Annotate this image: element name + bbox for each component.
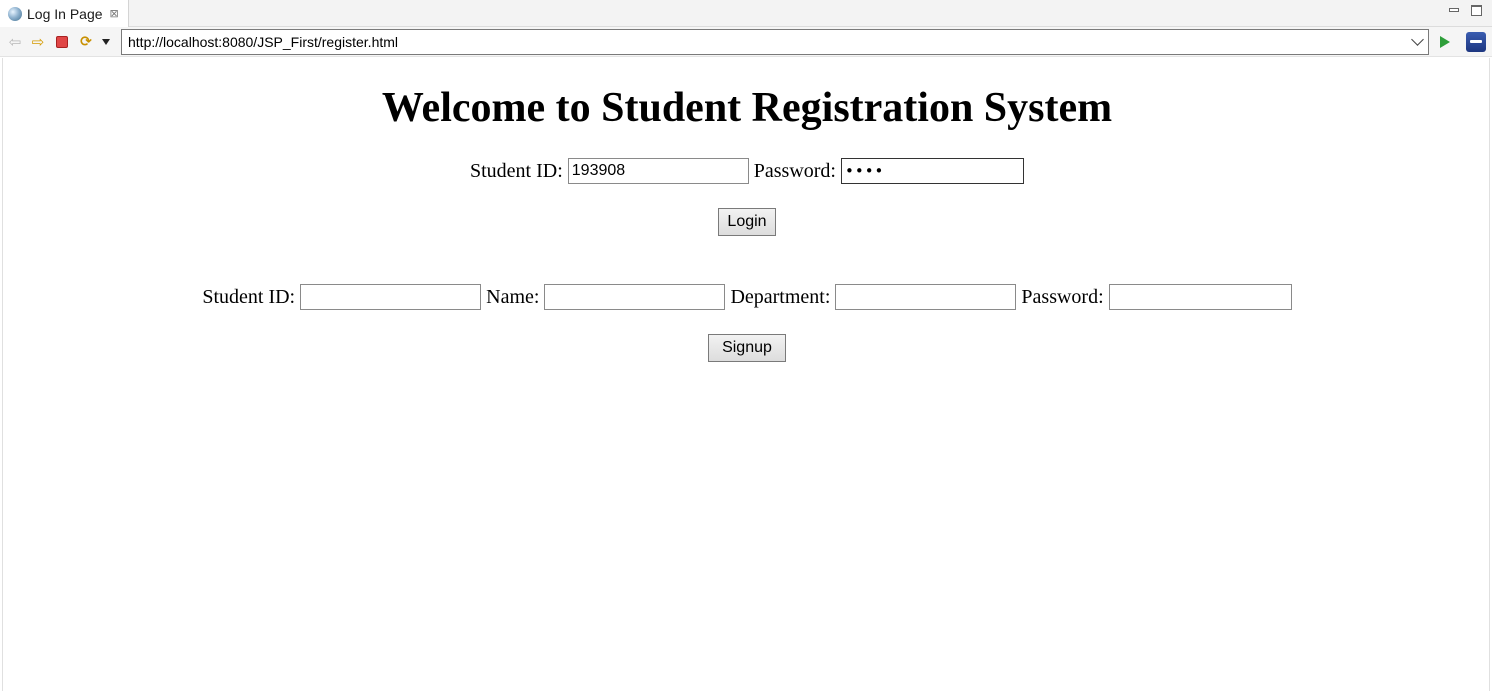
login-form: Student ID: Password: — [3, 158, 1491, 184]
chevron-down-icon[interactable] — [1411, 33, 1424, 46]
signup-form: Student ID: Name: Department: Password: — [3, 284, 1491, 310]
signup-name-label: Name: — [481, 285, 545, 308]
signup-student-id-input[interactable] — [300, 284, 482, 310]
login-student-id-label: Student ID: — [469, 159, 568, 182]
page-title: Welcome to Student Registration System — [381, 85, 1113, 131]
login-button[interactable]: Login — [718, 208, 776, 236]
tab-strip: Log In Page ⊠ — [0, 0, 1492, 27]
login-button-row: Login — [3, 208, 1491, 236]
signup-student-id-label: Student ID: — [202, 285, 301, 308]
close-icon[interactable]: ⊠ — [110, 8, 119, 19]
minimize-icon[interactable] — [1446, 2, 1460, 16]
globe-icon — [8, 6, 22, 21]
refresh-icon[interactable]: ⟳ — [77, 34, 95, 50]
forward-icon[interactable]: ⇨ — [30, 33, 46, 51]
url-input[interactable] — [122, 30, 1402, 54]
signup-department-input[interactable] — [835, 284, 1017, 310]
signup-name-input[interactable] — [544, 284, 726, 310]
signup-button[interactable]: Signup — [708, 334, 786, 362]
login-student-id-input[interactable] — [567, 158, 749, 184]
signup-password-label: Password: — [1016, 285, 1109, 308]
stop-icon[interactable] — [54, 34, 70, 50]
login-password-input[interactable] — [841, 158, 1024, 184]
open-external-browser-icon[interactable] — [1466, 32, 1486, 52]
url-bar[interactable] — [121, 29, 1429, 55]
signup-button-row: Signup — [3, 334, 1491, 362]
page-content: Welcome to Student Registration System S… — [2, 58, 1490, 691]
navigation-toolbar: ⇦ ⇨ ⟳ — [0, 27, 1492, 57]
go-icon[interactable] — [1437, 34, 1453, 50]
login-password-label: Password: — [748, 159, 841, 182]
back-icon[interactable]: ⇦ — [7, 33, 23, 51]
history-dropdown-icon[interactable] — [99, 34, 113, 50]
signup-department-label: Department: — [725, 285, 836, 308]
tab-title: Log In Page — [27, 5, 103, 22]
tab-log-in-page[interactable]: Log In Page ⊠ — [0, 0, 129, 27]
signup-password-input[interactable] — [1108, 284, 1292, 310]
maximize-icon[interactable] — [1469, 2, 1483, 16]
